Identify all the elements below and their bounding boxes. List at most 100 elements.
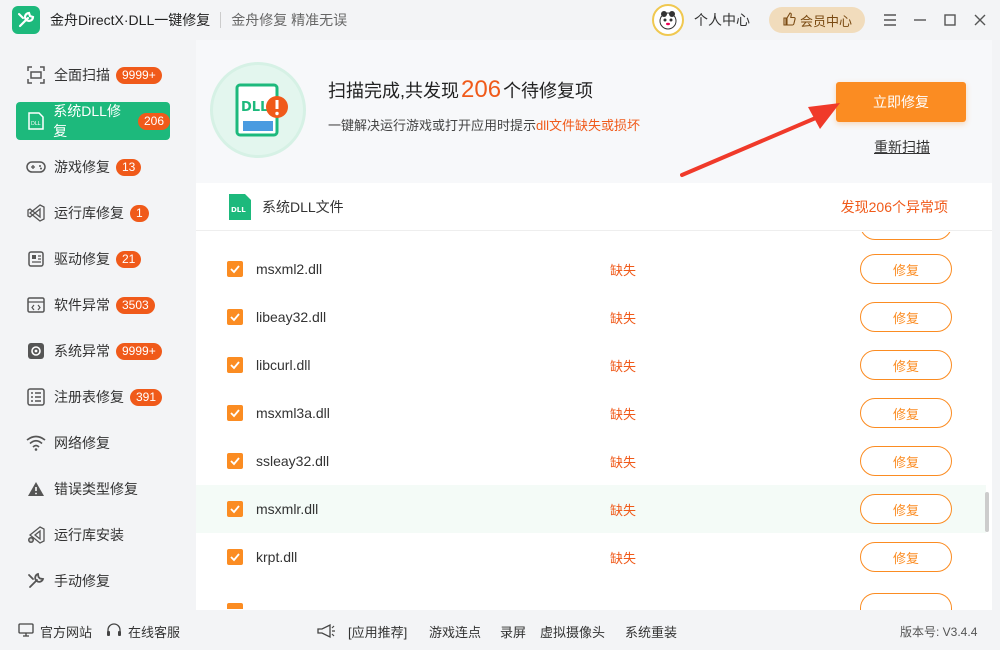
footer-link-screen-record[interactable]: 录屏: [500, 622, 526, 641]
count-badge: 9999+: [116, 66, 162, 84]
illustration-label: DLL: [241, 100, 268, 115]
footer-link-virtual-camera[interactable]: 虚拟摄像头: [540, 622, 605, 641]
maximize-icon[interactable]: [940, 10, 960, 30]
user-center-label: 个人中心: [694, 12, 750, 28]
user-center-link[interactable]: 个人中心: [652, 4, 750, 36]
list-item: krpt.dll 缺失 修复: [196, 533, 986, 581]
sidebar-item-runtime-repair[interactable]: 运行库修复 1: [16, 194, 170, 232]
gear-icon: [26, 341, 46, 361]
monitor-icon: [18, 622, 34, 640]
fix-button[interactable]: 修复: [860, 542, 952, 572]
fix-button[interactable]: [860, 593, 952, 610]
online-service-link[interactable]: 在线客服: [106, 622, 180, 641]
checkbox[interactable]: [227, 309, 243, 325]
online-service-label: 在线客服: [128, 624, 181, 640]
warning-icon: [26, 479, 46, 499]
count-badge: 13: [116, 158, 142, 176]
list-item: msxmlr.dll 缺失 修复: [196, 485, 986, 533]
sidebar-item-system-dll[interactable]: DLL 系统DLL修复 206: [16, 102, 170, 140]
list-header: DLL 系统DLL文件 发现206个异常项: [196, 183, 992, 231]
sidebar-item-label: 游戏修复: [54, 159, 110, 175]
sidebar-item-label: 网络修复: [54, 435, 110, 451]
list-item: msxml3a.dll 缺失 修复: [196, 389, 986, 437]
checkbox[interactable]: [227, 603, 243, 609]
count-badge: 9999+: [116, 342, 162, 360]
megaphone-icon: [316, 623, 336, 639]
list-item: msxml2.dll 缺失 修复: [196, 245, 986, 293]
anomaly-count: 发现206个异常项: [840, 198, 948, 215]
install-icon: [26, 525, 46, 545]
fix-button[interactable]: 修复: [860, 254, 952, 284]
issue-count: 206: [461, 76, 502, 103]
svg-text:DLL: DLL: [231, 206, 246, 214]
sidebar-item-system-error[interactable]: 系统异常 9999+: [16, 332, 170, 370]
file-status: 缺失: [610, 454, 637, 470]
scan-summary: DLL 扫描完成,共发现 206 个待修复项 一键解决运行游戏或打开应用时提示d…: [196, 40, 992, 183]
sidebar-item-error-type-repair[interactable]: 错误类型修复: [16, 470, 170, 508]
list-item: ssleay32.dll 缺失 修复: [196, 437, 986, 485]
fix-button[interactable]: 修复: [860, 350, 952, 380]
checkbox[interactable]: [227, 501, 243, 517]
runtime-icon: [26, 203, 46, 223]
summary-title-prefix: 扫描完成,共发现: [328, 81, 460, 101]
checkbox[interactable]: [227, 453, 243, 469]
list-item: libeay32.dll 缺失 修复: [196, 293, 986, 341]
sidebar-item-software-error[interactable]: 软件异常 3503: [16, 286, 170, 324]
file-status: 缺失: [610, 310, 637, 326]
sidebar-item-registry-repair[interactable]: 注册表修复 391: [16, 378, 170, 416]
checkbox[interactable]: [227, 549, 243, 565]
count-badge: 3503: [116, 296, 155, 314]
footer-link-system-reinstall[interactable]: 系统重装: [625, 622, 677, 641]
sidebar-item-manual-repair[interactable]: 手动修复: [16, 562, 170, 600]
list-item: [196, 581, 986, 610]
fix-button[interactable]: 修复: [860, 494, 952, 524]
minimize-icon[interactable]: [910, 10, 930, 30]
dll-file-icon: DLL: [229, 193, 251, 220]
title-bar: 金舟DirectX·DLL一键修复 金舟修复 精准无误 个人中心 会员中心: [0, 0, 1000, 40]
sidebar-item-network-repair[interactable]: 网络修复: [16, 424, 170, 462]
fix-button[interactable]: 修复: [860, 302, 952, 332]
footer-link-auto-clicker[interactable]: 游戏连点: [429, 622, 481, 641]
driver-icon: [26, 249, 46, 269]
menu-icon[interactable]: [880, 10, 900, 30]
file-name: krpt.dll: [256, 549, 298, 565]
file-status: 缺失: [610, 502, 637, 518]
summary-desc-highlight: dll文件缺失或损坏: [536, 118, 641, 133]
wifi-icon: [26, 433, 46, 453]
fix-button[interactable]: [860, 232, 952, 240]
close-icon[interactable]: [970, 10, 990, 30]
sidebar: 全面扫描 9999+ DLL 系统DLL修复 206 游戏修复 13 运行库修复…: [0, 56, 186, 608]
summary-description: 一键解决运行游戏或打开应用时提示dll文件缺失或损坏: [328, 115, 640, 134]
sidebar-item-label: 错误类型修复: [54, 481, 138, 497]
fix-now-button[interactable]: 立即修复: [836, 82, 966, 122]
checkbox[interactable]: [227, 405, 243, 421]
app-slogan: 金舟修复 精准无误: [231, 12, 348, 28]
sidebar-item-game-repair[interactable]: 游戏修复 13: [16, 148, 170, 186]
sidebar-item-label: 系统DLL修复: [53, 103, 121, 139]
official-site-link[interactable]: 官方网站: [18, 622, 92, 641]
avatar: [652, 4, 684, 36]
sidebar-item-driver-repair[interactable]: 驱动修复 21: [16, 240, 170, 278]
registry-icon: [26, 387, 46, 407]
vip-center-button[interactable]: 会员中心: [769, 7, 865, 33]
sidebar-item-label: 全面扫描: [54, 67, 110, 83]
checkbox[interactable]: [227, 357, 243, 373]
sidebar-item-label: 系统异常: [54, 343, 110, 359]
app-recommend-label: [应用推荐]: [348, 624, 408, 640]
svg-text:DLL: DLL: [31, 121, 41, 127]
headset-icon: [106, 622, 122, 641]
file-name: msxml3a.dll: [256, 405, 330, 421]
list-scrollbar[interactable]: [985, 492, 989, 532]
fix-button[interactable]: 修复: [860, 446, 952, 476]
dll-file-list: msxml2.dll 缺失 修复 libeay32.dll 缺失 修复 libc…: [196, 232, 992, 610]
fix-button[interactable]: 修复: [860, 398, 952, 428]
official-site-label: 官方网站: [40, 624, 93, 640]
sidebar-item-full-scan[interactable]: 全面扫描 9999+: [16, 56, 170, 94]
sidebar-item-runtime-install[interactable]: 运行库安装: [16, 516, 170, 554]
wrench-icon: [26, 571, 46, 591]
sidebar-item-label: 运行库修复: [54, 205, 124, 221]
rescan-link[interactable]: 重新扫描: [874, 137, 930, 157]
app-logo-icon: [12, 6, 40, 34]
scan-icon: [26, 65, 46, 85]
checkbox[interactable]: [227, 261, 243, 277]
